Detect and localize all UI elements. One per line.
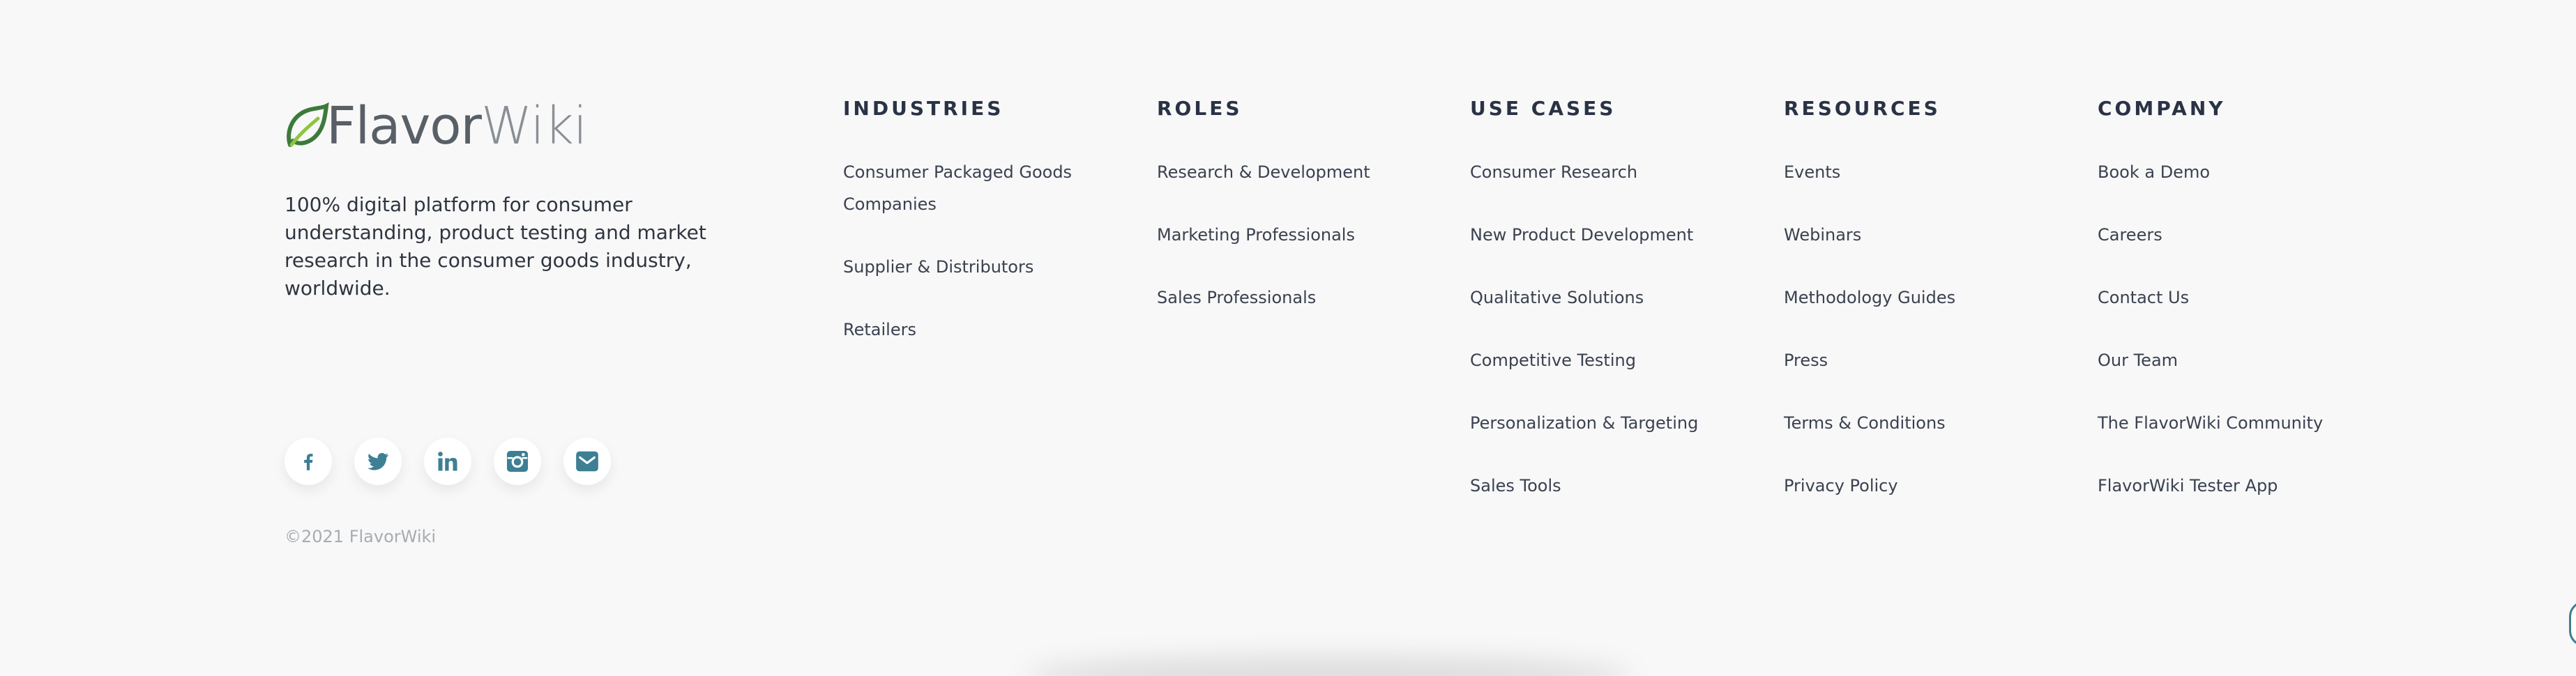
- use-cases-heading: USE CASES: [1470, 97, 1616, 120]
- resources-links: Events Webinars Methodology Guides Press…: [1784, 156, 2049, 502]
- facebook-icon: [304, 454, 313, 470]
- chat-widget-handle[interactable]: [2569, 601, 2576, 647]
- industries-column: INDUSTRIES Consumer Packaged Goods Compa…: [843, 95, 1108, 376]
- flavorwiki-logo[interactable]: FlavorWiki: [285, 96, 773, 156]
- footer-link-item: Privacy Policy: [1784, 470, 2049, 502]
- link-careers[interactable]: Careers: [2098, 225, 2162, 245]
- company-column: COMPANY Book a Demo Careers Contact Us O…: [2098, 95, 2349, 532]
- footer-link-item: Events: [1784, 156, 2049, 188]
- company-heading: COMPANY: [2098, 97, 2226, 120]
- link-flavorwiki-community[interactable]: The FlavorWiki Community: [2098, 413, 2323, 433]
- use-cases-links: Consumer Research New Product Developmen…: [1470, 156, 1735, 502]
- footer-link-item: Supplier & Distributors: [843, 251, 1108, 283]
- email-link[interactable]: [563, 438, 611, 485]
- company-links: Book a Demo Careers Contact Us Our Team …: [2098, 156, 2349, 502]
- twitter-link[interactable]: [354, 438, 402, 485]
- footer-link-item: New Product Development: [1470, 219, 1735, 251]
- link-supplier-distributors[interactable]: Supplier & Distributors: [843, 257, 1033, 277]
- industries-heading: INDUSTRIES: [843, 97, 1004, 120]
- link-consumer-research[interactable]: Consumer Research: [1470, 162, 1637, 182]
- instagram-link[interactable]: [494, 438, 541, 485]
- brand-column: FlavorWiki 100% digital platform for con…: [285, 96, 773, 546]
- link-qualitative-solutions[interactable]: Qualitative Solutions: [1470, 288, 1644, 307]
- social-links: [285, 438, 611, 485]
- site-footer: FlavorWiki 100% digital platform for con…: [0, 0, 2576, 676]
- link-research-development[interactable]: Research & Development: [1157, 162, 1370, 182]
- logo-text-wiki: Wiki: [480, 96, 588, 156]
- roles-links: Research & Development Marketing Profess…: [1157, 156, 1422, 314]
- link-personalization-targeting[interactable]: Personalization & Targeting: [1470, 413, 1698, 433]
- logo-text-flavor: Flavor: [326, 96, 482, 156]
- footer-link-item: Careers: [2098, 219, 2349, 251]
- footer-link-item: Press: [1784, 344, 2049, 376]
- footer-link-item: Sales Professionals: [1157, 282, 1422, 314]
- footer-link-item: Marketing Professionals: [1157, 219, 1422, 251]
- roles-heading: ROLES: [1157, 97, 1243, 120]
- footer-link-item: Qualitative Solutions: [1470, 282, 1735, 314]
- link-press[interactable]: Press: [1784, 351, 1828, 370]
- link-privacy-policy[interactable]: Privacy Policy: [1784, 476, 1898, 496]
- link-sales-tools[interactable]: Sales Tools: [1470, 476, 1561, 496]
- link-webinars[interactable]: Webinars: [1784, 225, 1861, 245]
- link-sales-professionals[interactable]: Sales Professionals: [1157, 288, 1316, 307]
- footer-link-item: Our Team: [2098, 344, 2349, 376]
- copyright-text: ©2021 FlavorWiki: [285, 527, 437, 546]
- footer-link-item: Contact Us: [2098, 282, 2349, 314]
- email-icon: [576, 451, 598, 472]
- link-terms-conditions[interactable]: Terms & Conditions: [1784, 413, 1946, 433]
- link-contact-us[interactable]: Contact Us: [2098, 288, 2189, 307]
- resources-heading: RESOURCES: [1784, 97, 1941, 120]
- link-events[interactable]: Events: [1784, 162, 1840, 182]
- roles-column: ROLES Research & Development Marketing P…: [1157, 95, 1422, 344]
- footer-link-item: Consumer Packaged Goods Companies: [843, 156, 1094, 220]
- link-new-product-development[interactable]: New Product Development: [1470, 225, 1693, 245]
- linkedin-link[interactable]: [424, 438, 471, 485]
- floating-panel-shadow: [1025, 655, 1632, 676]
- link-book-a-demo[interactable]: Book a Demo: [2098, 162, 2210, 182]
- industries-links: Consumer Packaged Goods Companies Suppli…: [843, 156, 1108, 346]
- instagram-icon: [506, 450, 529, 473]
- footer-link-item: Webinars: [1784, 219, 2049, 251]
- link-methodology-guides[interactable]: Methodology Guides: [1784, 288, 1955, 307]
- link-competitive-testing[interactable]: Competitive Testing: [1470, 351, 1636, 370]
- link-our-team[interactable]: Our Team: [2098, 351, 2178, 370]
- use-cases-column: USE CASES Consumer Research New Product …: [1470, 95, 1735, 532]
- link-consumer-packaged-goods[interactable]: Consumer Packaged Goods Companies: [843, 162, 1072, 214]
- linkedin-icon: [438, 452, 457, 471]
- logo-wordmark: FlavorWiki: [326, 100, 587, 152]
- footer-link-item: FlavorWiki Tester App: [2098, 470, 2349, 502]
- footer-link-item: Book a Demo: [2098, 156, 2349, 188]
- twitter-icon: [368, 452, 389, 470]
- footer-link-item: Research & Development: [1157, 156, 1422, 188]
- resources-column: RESOURCES Events Webinars Methodology Gu…: [1784, 95, 2049, 532]
- leaf-logo-icon: [287, 102, 329, 147]
- brand-tagline: 100% digital platform for consumer under…: [285, 193, 706, 300]
- footer-link-item: Consumer Research: [1470, 156, 1735, 188]
- footer-link-item: Methodology Guides: [1784, 282, 2049, 314]
- footer-link-item: The FlavorWiki Community: [2098, 407, 2349, 439]
- link-retailers[interactable]: Retailers: [843, 320, 916, 339]
- facebook-link[interactable]: [285, 438, 332, 485]
- footer-link-item: Terms & Conditions: [1784, 407, 2049, 439]
- link-flavorwiki-tester-app[interactable]: FlavorWiki Tester App: [2098, 476, 2278, 496]
- link-marketing-professionals[interactable]: Marketing Professionals: [1157, 225, 1355, 245]
- footer-link-item: Sales Tools: [1470, 470, 1735, 502]
- footer-link-item: Personalization & Targeting: [1470, 407, 1735, 439]
- footer-link-item: Competitive Testing: [1470, 344, 1735, 376]
- footer-link-item: Retailers: [843, 314, 1108, 346]
